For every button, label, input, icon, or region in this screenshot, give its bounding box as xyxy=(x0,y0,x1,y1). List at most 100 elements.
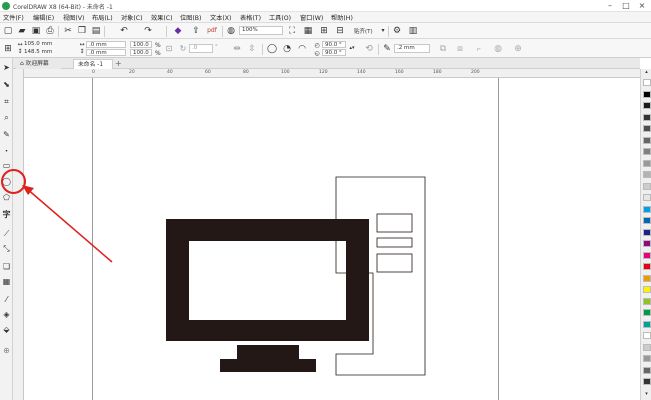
application-launcher-icon[interactable]: ▥ xyxy=(407,25,419,37)
object-width-field[interactable]: 105.0 mm xyxy=(24,41,52,47)
palette-scroll-up-icon[interactable]: ▴ xyxy=(641,69,651,76)
monitor-shape[interactable] xyxy=(166,219,369,341)
connector-tool-icon[interactable]: ⤡ xyxy=(1,243,12,254)
color-swatch[interactable] xyxy=(643,171,651,178)
freehand-tool-icon[interactable]: ✎ xyxy=(1,129,12,140)
interactive-fill-tool-icon[interactable]: ◈ xyxy=(1,309,12,320)
menu-tools[interactable]: 工具(O) xyxy=(269,13,291,22)
color-swatch[interactable] xyxy=(643,240,651,247)
scale-x-field[interactable]: 100.0 xyxy=(130,41,152,48)
drawing-canvas[interactable] xyxy=(24,78,640,400)
color-swatch[interactable] xyxy=(643,182,651,190)
object-origin-icon[interactable]: ⊞ xyxy=(2,43,14,55)
show-grid-icon[interactable]: ⊞ xyxy=(318,25,330,37)
save-icon[interactable]: ▣ xyxy=(30,25,42,37)
rotation-angle-field[interactable]: .0 xyxy=(189,44,213,53)
redo-icon[interactable]: ↷ xyxy=(142,25,154,37)
zoom-tool-icon[interactable]: ⌕ xyxy=(1,112,12,123)
color-swatch[interactable] xyxy=(643,102,651,109)
object-height-field[interactable]: 148.5 mm xyxy=(24,49,52,55)
export-icon[interactable]: ⇪ xyxy=(190,25,202,37)
full-screen-icon[interactable]: ⛶ xyxy=(286,25,298,37)
paste-icon[interactable]: ▤ xyxy=(90,25,102,37)
tab-welcome-screen[interactable]: ⌂ 欢迎屏幕 xyxy=(16,59,61,69)
undo-icon[interactable]: ↶ xyxy=(118,25,130,37)
menu-table[interactable]: 表格(T) xyxy=(240,13,261,22)
color-swatch[interactable] xyxy=(643,228,651,236)
color-swatch[interactable] xyxy=(643,159,651,167)
color-swatch[interactable] xyxy=(643,309,651,316)
drive-slot-3[interactable] xyxy=(376,253,413,273)
color-swatch[interactable] xyxy=(643,332,651,339)
options-gear-icon[interactable]: ⚙ xyxy=(391,25,403,37)
color-swatch[interactable] xyxy=(643,90,651,98)
eyedropper-tool-icon[interactable]: ⁄ xyxy=(1,294,12,305)
color-swatch[interactable] xyxy=(643,194,651,201)
publish-pdf-icon[interactable]: pdf xyxy=(206,25,218,37)
drive-slot-1[interactable] xyxy=(376,213,413,233)
ellipse-mode-icon[interactable]: ◯ xyxy=(266,43,278,55)
color-swatch[interactable] xyxy=(643,125,651,132)
color-swatch[interactable] xyxy=(643,113,651,121)
menu-edit[interactable]: 编辑(E) xyxy=(33,13,54,22)
color-swatch[interactable] xyxy=(643,343,651,351)
parallel-dimension-tool-icon[interactable]: ⟋ xyxy=(1,228,12,239)
palette-scroll-down-icon[interactable]: ▾ xyxy=(641,391,651,398)
color-swatch[interactable] xyxy=(643,79,651,86)
drop-shadow-tool-icon[interactable]: ❏ xyxy=(1,261,12,272)
menu-object[interactable]: 对象(C) xyxy=(121,13,143,22)
pie-mode-icon[interactable]: ◔ xyxy=(281,43,293,55)
cut-icon[interactable]: ✂ xyxy=(62,25,74,37)
color-swatch[interactable] xyxy=(643,148,651,155)
smart-fill-tool-icon[interactable]: ⬙ xyxy=(1,324,12,335)
maximize-icon[interactable]: □ xyxy=(618,0,634,12)
color-swatch[interactable] xyxy=(643,217,651,224)
menu-text[interactable]: 文本(X) xyxy=(210,13,231,22)
arc-mode-icon[interactable]: ◠ xyxy=(296,43,308,55)
mirror-horizontal-icon[interactable]: ⇹ xyxy=(231,43,243,55)
color-swatch[interactable] xyxy=(643,251,651,259)
lock-ratio-icon[interactable]: ⊡ xyxy=(163,43,175,55)
menu-file[interactable]: 文件(F) xyxy=(3,13,24,22)
wrap-text-icon[interactable]: ⟔ xyxy=(473,43,485,55)
transparency-tool-icon[interactable]: ▦ xyxy=(1,276,12,287)
mirror-vertical-icon[interactable]: ⇳ xyxy=(246,43,258,55)
minimize-icon[interactable]: – xyxy=(602,0,618,12)
horizontal-ruler[interactable]: 0 20 40 60 80 100 120 140 160 180 200 xyxy=(24,69,640,78)
zoom-level-select[interactable]: 100% xyxy=(239,26,283,35)
y-position-field[interactable]: .0 mm xyxy=(86,49,126,56)
import-icon[interactable]: ◆ xyxy=(172,25,184,37)
color-swatch[interactable] xyxy=(643,263,651,270)
menu-window[interactable]: 窗口(W) xyxy=(300,13,323,22)
show-rulers-icon[interactable]: ▦ xyxy=(302,25,314,37)
add-tab-button[interactable]: + xyxy=(115,59,123,69)
scale-y-field[interactable]: 100.0 xyxy=(130,49,152,56)
menu-view[interactable]: 视图(V) xyxy=(63,13,84,22)
color-swatch[interactable] xyxy=(643,320,651,328)
copy-icon[interactable]: ❐ xyxy=(76,25,88,37)
x-position-field[interactable]: .0 mm xyxy=(86,41,126,48)
monitor-neck[interactable] xyxy=(237,345,299,359)
add-preset-icon[interactable]: ⊕ xyxy=(512,43,524,55)
start-angle-field[interactable]: 90.0 ° xyxy=(322,41,346,48)
snap-to-dropdown[interactable]: 贴齐(T) xyxy=(354,27,373,35)
artistic-media-tool-icon[interactable]: ᭼ xyxy=(1,145,12,156)
menu-layout[interactable]: 布局(L) xyxy=(92,13,113,22)
monitor-base[interactable] xyxy=(220,359,316,372)
color-swatch[interactable] xyxy=(643,297,651,305)
convert-to-curves-icon[interactable]: ◍ xyxy=(492,43,504,55)
close-icon[interactable]: × xyxy=(634,0,650,12)
menu-help[interactable]: 帮助(H) xyxy=(331,13,353,22)
color-swatch[interactable] xyxy=(643,378,651,385)
crop-tool-icon[interactable]: ⌗ xyxy=(1,96,12,107)
angle-spinner-icon[interactable]: ▴▾ xyxy=(346,42,358,54)
color-swatch[interactable] xyxy=(643,274,651,282)
drive-slot-2[interactable] xyxy=(376,237,413,248)
tab-document[interactable]: 未命名 -1 xyxy=(73,59,113,69)
customize-toolbox-icon[interactable]: ⊕ xyxy=(1,345,12,356)
print-icon[interactable]: ⎙ xyxy=(44,25,56,37)
end-angle-field[interactable]: 90.0 ° xyxy=(322,49,346,56)
new-document-icon[interactable]: ▢ xyxy=(2,25,14,37)
open-folder-icon[interactable]: ▰ xyxy=(16,25,28,37)
shape-tool-icon[interactable]: ⬊ xyxy=(1,79,12,90)
